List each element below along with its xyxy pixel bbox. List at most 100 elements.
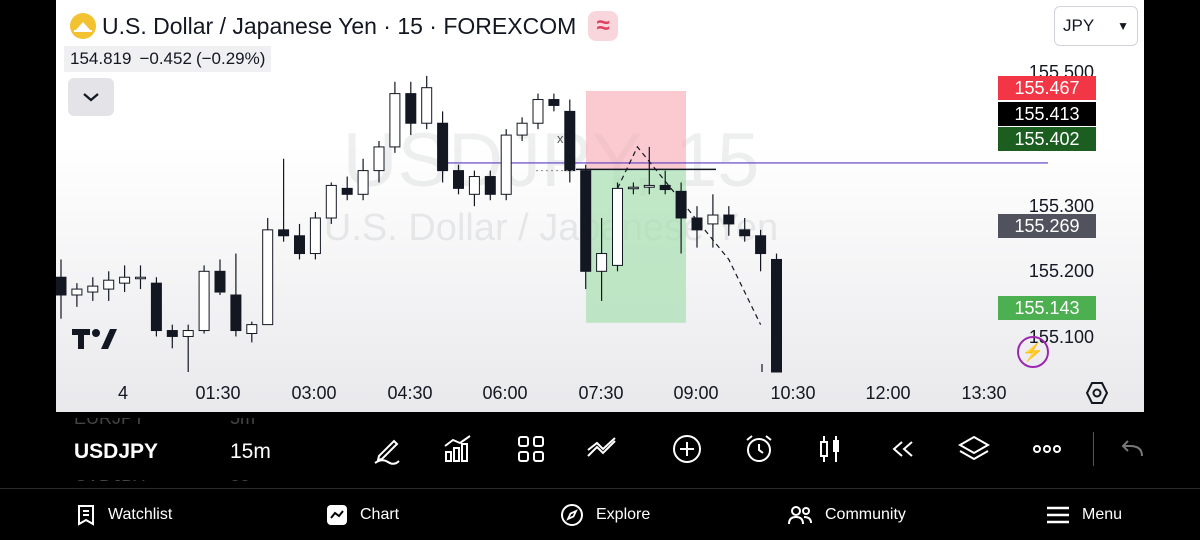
candle-body [373,146,385,172]
nav-chart-label: Chart [360,506,400,523]
current-symbol[interactable]: USDJPY [74,440,158,464]
price-change-pct: (−0.29%) [195,49,266,68]
collapse-legend-button[interactable] [68,78,114,116]
candle-body [627,186,639,190]
flash-icon[interactable]: ⚡ [1017,336,1049,368]
candle-body [516,122,528,136]
chart-panel[interactable]: USDJPY, 15 U.S. Dollar / Japanese Yen U.… [56,0,1144,412]
candle-body [612,187,623,266]
time-axis-label: 06:00 [482,383,528,403]
candle [580,164,592,290]
candle-body [341,187,353,195]
candle-body [166,330,178,337]
nav-explore[interactable]: Explore [560,489,650,540]
candle [262,218,274,326]
nav-menu[interactable]: Menu [1046,489,1122,540]
symbol-header[interactable]: U.S. Dollar / Japanese Yen · 15 · FOREXC… [70,10,619,42]
candle-body [389,93,401,148]
last-price: 154.819 [70,49,132,68]
replay-rewind-icon[interactable] [885,432,919,466]
candle [309,212,321,260]
candle [421,75,433,130]
entry-price-tag: 155.402 [998,127,1096,151]
target-price-tag: 155.143 [998,296,1096,320]
candle-body [596,253,608,272]
layouts-grid-icon[interactable] [514,432,548,466]
candle [500,129,512,201]
nav-explore-label: Explore [596,506,651,523]
market-status-icon[interactable]: ≈ [588,11,619,41]
watermark-name: U.S. Dollar / Japanese Yen [324,207,778,249]
candle-body [309,217,321,255]
candle [548,93,560,112]
toolbar-divider [1093,432,1094,466]
candle-body [56,276,67,296]
candle-body [771,258,782,373]
layers-icon[interactable] [957,432,991,466]
chart-settings-icon[interactable] [1084,380,1110,406]
more-options-icon[interactable] [1030,432,1064,466]
candle-body [262,229,274,326]
candle [150,277,162,337]
caret-down-icon: ▼ [1117,19,1129,33]
candle [771,253,782,373]
candle [103,271,115,301]
candle-body [325,184,337,219]
candle-body [723,214,735,225]
compare-icon[interactable] [585,432,619,466]
chevron-down-icon [83,93,99,102]
add-circle-icon[interactable] [670,432,704,466]
candle-body [548,99,560,106]
undo-icon[interactable] [1115,432,1149,466]
candle [294,223,305,260]
candle [612,182,623,272]
compass-icon [561,504,583,526]
crosshair-price-tag: 155.269 [998,214,1096,238]
time-axis-label: 07:30 [578,383,624,403]
candle-body [357,170,369,195]
currency-flag-icon [70,13,96,39]
nav-watchlist[interactable]: Watchlist [76,489,172,540]
candle-body [484,176,496,195]
time-axis-label: 03:00 [291,383,337,403]
candle-body [453,170,464,189]
time-axis-label: 01:30 [195,383,241,403]
candle-body [230,294,242,332]
candle-body [643,184,655,188]
nav-community-label: Community [825,506,906,523]
time-axis-label: 4 [117,383,129,403]
candle [71,283,83,307]
candle-body [198,270,210,332]
candle-body [119,276,131,284]
time-axis-label: 12:00 [865,383,911,403]
alarm-clock-icon[interactable] [742,432,776,466]
candle [56,259,67,319]
candle [119,265,131,293]
candle [198,265,210,334]
price-readout: 154.819 −0.452 (−0.29%) [64,46,272,72]
candle-body [87,285,99,293]
candle-body [532,99,544,124]
candle [182,324,194,372]
candlestick-type-icon[interactable] [813,432,847,466]
candle-body [150,282,162,332]
candle-body [421,87,433,124]
candle [564,99,576,183]
current-timeframe[interactable]: 15m [230,440,271,464]
candle [230,253,242,337]
nav-chart[interactable]: Chart [326,489,399,540]
drawing-pencil-icon[interactable] [370,432,404,466]
hamburger-menu-icon [1047,506,1069,524]
candle-body [182,330,194,337]
order-marker-icon: x [557,131,564,146]
candle-body [278,229,290,237]
candle-body [437,122,449,172]
nav-community[interactable]: Community [787,489,906,540]
indicators-icon[interactable] [441,432,475,466]
app-root: USDJPY, 15 U.S. Dollar / Japanese Yen U.… [0,0,1200,540]
candle [135,265,146,290]
currency-select[interactable]: JPY ▼ [1054,6,1138,46]
candle-body [755,235,767,255]
stop-loss-price-tag: 155.467 [998,76,1096,100]
time-axis-label: 09:00 [673,383,719,403]
